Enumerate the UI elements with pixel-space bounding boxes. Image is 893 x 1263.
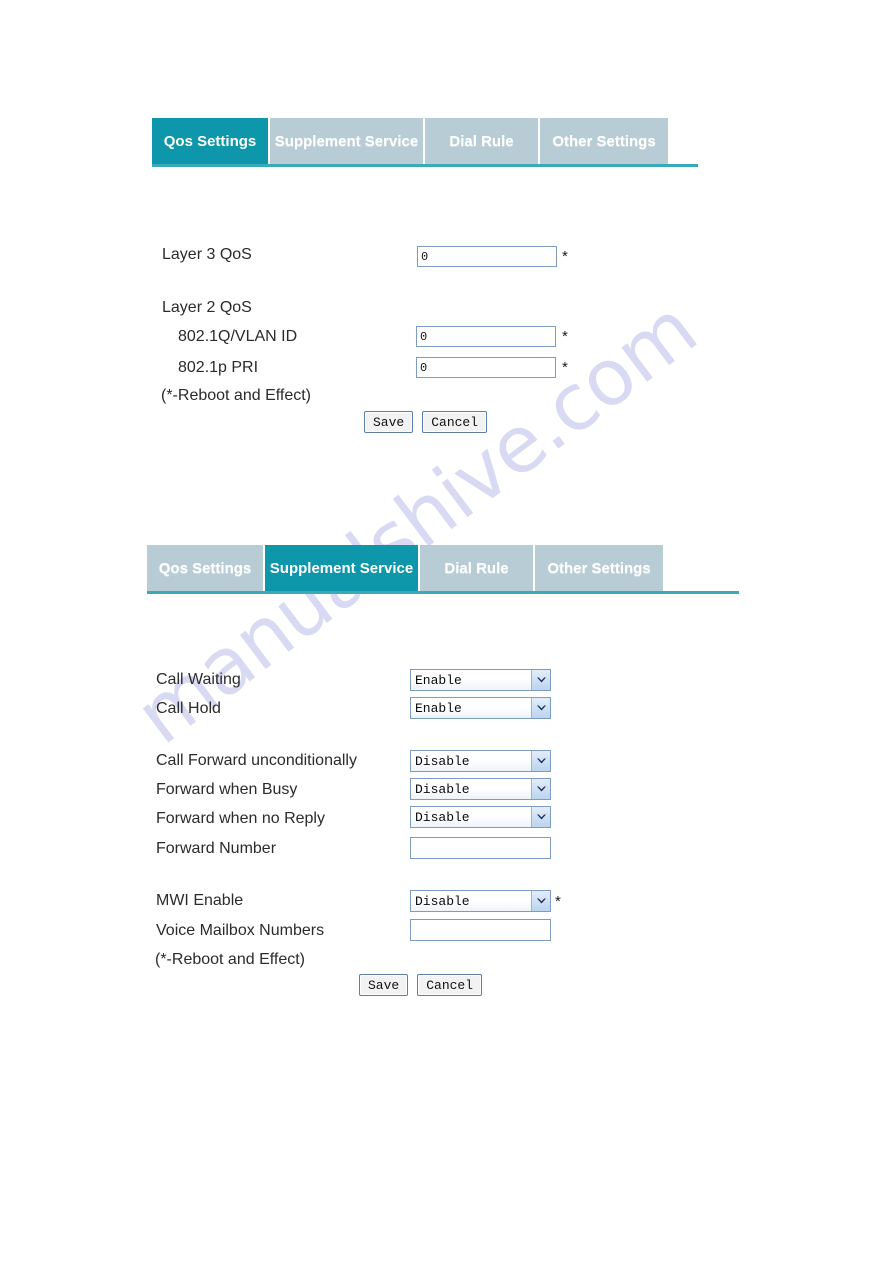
chevron-down-icon[interactable] <box>531 779 550 799</box>
tab-label: Supplement Service <box>274 132 419 150</box>
field-row-forward-no-reply: Forward when no Reply <box>156 808 325 830</box>
qos-button-row: Save Cancel <box>364 411 488 433</box>
reboot-note-row: (*-Reboot and Effect) <box>155 949 305 971</box>
forward-no-reply-select[interactable]: Disable <box>410 806 551 828</box>
save-button[interactable]: Save <box>359 974 409 996</box>
save-button[interactable]: Save <box>364 411 414 433</box>
forward-no-reply-label: Forward when no Reply <box>156 810 325 827</box>
tab-label: Dial Rule <box>444 559 509 577</box>
pri-input[interactable]: 0 <box>416 357 556 378</box>
tab-underline <box>147 591 739 594</box>
tab-label: Qos Settings <box>158 559 252 577</box>
chevron-down-icon[interactable] <box>531 751 550 771</box>
chevron-down-icon[interactable] <box>531 807 550 827</box>
pri-label: 802.1p PRI <box>178 359 259 376</box>
reboot-note-row: (*-Reboot and Effect) <box>161 385 311 407</box>
mwi-enable-select[interactable]: Disable <box>410 890 551 912</box>
supplement-button-row: Save Cancel <box>359 974 483 996</box>
tab-label: Dial Rule <box>449 132 514 150</box>
field-row-call-waiting: Call Waiting <box>156 669 241 691</box>
vlan-id-required-star: * <box>562 328 568 345</box>
reboot-note: (*-Reboot and Effect) <box>161 387 312 404</box>
cancel-button[interactable]: Cancel <box>417 974 483 996</box>
forward-number-label: Forward Number <box>156 840 277 857</box>
field-row-mwi-enable: MWI Enable <box>156 890 243 912</box>
tab-supplement-service[interactable]: Supplement Service <box>270 118 425 164</box>
call-waiting-select[interactable]: Enable <box>410 669 551 691</box>
field-row-call-hold: Call Hold <box>156 698 221 720</box>
call-hold-select[interactable]: Enable <box>410 697 551 719</box>
layer2-qos-label: Layer 2 QoS <box>162 299 252 316</box>
forward-busy-select[interactable]: Disable <box>410 778 551 800</box>
mwi-enable-required-star: * <box>555 893 561 910</box>
field-row-pri: 802.1p PRI <box>162 357 258 379</box>
call-waiting-label: Call Waiting <box>156 671 241 688</box>
mwi-enable-value: Disable <box>415 893 470 909</box>
tab-bar: Qos Settings Supplement Service Dial Rul… <box>152 118 698 164</box>
field-row-layer2-qos: Layer 2 QoS <box>162 297 252 319</box>
field-row-voice-mailbox-numbers: Voice Mailbox Numbers <box>156 920 324 942</box>
layer3-qos-value: 0 <box>421 249 429 264</box>
call-forward-unconditional-value: Disable <box>415 753 470 769</box>
tab-dial-rule[interactable]: Dial Rule <box>425 118 540 164</box>
mwi-enable-label: MWI Enable <box>156 892 244 909</box>
supplement-service-panel: Qos Settings Supplement Service Dial Rul… <box>147 545 739 996</box>
forward-busy-label: Forward when Busy <box>156 781 298 798</box>
vlan-id-label: 802.1Q/VLAN ID <box>178 328 298 345</box>
field-row-call-forward-unconditional: Call Forward unconditionally <box>156 750 357 772</box>
chevron-down-icon[interactable] <box>531 698 550 718</box>
forward-busy-value: Disable <box>415 781 470 797</box>
forward-no-reply-value: Disable <box>415 809 470 825</box>
voice-mailbox-numbers-input[interactable] <box>410 919 551 941</box>
tab-underline <box>152 164 698 167</box>
tab-label: Qos Settings <box>163 132 257 150</box>
call-hold-value: Enable <box>415 700 462 716</box>
layer3-qos-required-star: * <box>562 248 568 265</box>
tab-dial-rule[interactable]: Dial Rule <box>420 545 535 591</box>
tab-label: Supplement Service <box>269 559 414 577</box>
chevron-down-icon[interactable] <box>531 891 550 911</box>
call-forward-unconditional-select[interactable]: Disable <box>410 750 551 772</box>
field-row-forward-busy: Forward when Busy <box>156 779 297 801</box>
field-row-forward-number: Forward Number <box>156 838 276 860</box>
cancel-button[interactable]: Cancel <box>422 411 488 433</box>
tab-qos-settings[interactable]: Qos Settings <box>147 545 265 591</box>
pri-value: 0 <box>420 360 428 375</box>
pri-required-star: * <box>562 359 568 376</box>
vlan-id-value: 0 <box>420 329 428 344</box>
reboot-note: (*-Reboot and Effect) <box>155 951 306 968</box>
tab-supplement-service[interactable]: Supplement Service <box>265 545 420 591</box>
chevron-down-icon[interactable] <box>531 670 550 690</box>
call-forward-unconditional-label: Call Forward unconditionally <box>156 752 357 769</box>
field-row-vlan-id: 802.1Q/VLAN ID <box>162 326 297 348</box>
tab-other-settings[interactable]: Other Settings <box>540 118 668 164</box>
tab-bar: Qos Settings Supplement Service Dial Rul… <box>147 545 739 591</box>
voice-mailbox-numbers-label: Voice Mailbox Numbers <box>156 922 325 939</box>
layer3-qos-input[interactable]: 0 <box>417 246 557 267</box>
field-row-layer3-qos: Layer 3 QoS <box>162 244 252 266</box>
call-waiting-value: Enable <box>415 672 462 688</box>
vlan-id-input[interactable]: 0 <box>416 326 556 347</box>
tab-label: Other Settings <box>547 559 651 577</box>
tab-qos-settings[interactable]: Qos Settings <box>152 118 270 164</box>
call-hold-label: Call Hold <box>156 700 221 717</box>
qos-settings-panel: Qos Settings Supplement Service Dial Rul… <box>152 118 698 433</box>
tab-other-settings[interactable]: Other Settings <box>535 545 663 591</box>
layer3-qos-label: Layer 3 QoS <box>162 246 252 263</box>
tab-label: Other Settings <box>552 132 656 150</box>
forward-number-input[interactable] <box>410 837 551 859</box>
